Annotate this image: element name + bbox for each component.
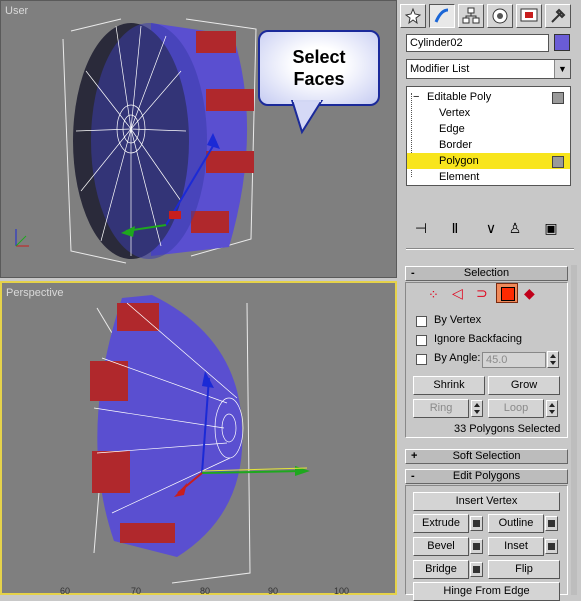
outline-settings-icon[interactable] — [545, 516, 558, 531]
by-vertex-checkbox[interactable] — [416, 316, 427, 327]
perspective-viewport[interactable]: Perspective — [0, 281, 397, 595]
modifier-list-dropdown[interactable]: Modifier List ▼ — [406, 59, 571, 79]
callout-line-2: Faces — [293, 69, 345, 89]
ignore-backfacing-checkbox[interactable] — [416, 335, 427, 346]
stack-item-label: Element — [439, 171, 480, 183]
chevron-down-icon[interactable]: ▼ — [554, 60, 570, 78]
hierarchy-icon — [462, 7, 480, 24]
divider — [406, 248, 574, 250]
stack-item-editable-poly[interactable]: − Editable Poly — [407, 89, 570, 105]
loop-button[interactable]: Loop — [488, 399, 544, 418]
by-angle-label: By Angle: — [434, 352, 481, 364]
modify-icon — [434, 8, 449, 23]
collapse-icon: - — [411, 267, 415, 279]
callout-line-1: Select — [292, 47, 346, 67]
stack-item-edge[interactable]: Edge — [407, 121, 570, 137]
show-end-result-icon[interactable]: Ⅱ — [446, 219, 464, 237]
edit-polygons-rollout-header[interactable]: - Edit Polygons — [405, 469, 568, 484]
insert-vertex-button[interactable]: Insert Vertex — [413, 492, 560, 511]
make-unique-icon[interactable]: ∨ — [482, 219, 500, 237]
ignore-backfacing-label: Ignore Backfacing — [434, 333, 523, 345]
inset-button[interactable]: Inset — [488, 537, 544, 556]
object-color-swatch[interactable] — [554, 34, 570, 51]
ring-button[interactable]: Ring — [413, 399, 469, 418]
grow-button[interactable]: Grow — [488, 376, 560, 395]
motion-tab[interactable] — [487, 4, 513, 28]
pin-stack-icon[interactable]: ⊣ — [412, 219, 430, 237]
modify-tab[interactable] — [429, 4, 455, 28]
modifier-stack: − Editable Poly Vertex Edge Border Polyg… — [406, 86, 571, 186]
rollout-title: Selection — [463, 267, 510, 279]
outline-button[interactable]: Outline — [488, 514, 544, 533]
hierarchy-tab[interactable] — [458, 4, 484, 28]
stack-item-element[interactable]: Element — [407, 169, 570, 185]
select-faces-callout: Select Faces — [258, 30, 380, 106]
selection-status: 33 Polygons Selected — [454, 423, 561, 435]
bevel-settings-icon[interactable] — [470, 539, 483, 554]
timeline-ruler[interactable]: 60 70 80 90 100 — [0, 586, 397, 596]
stack-item-label: Vertex — [439, 107, 471, 119]
collapse-icon: - — [411, 470, 415, 482]
element-subobject-icon[interactable]: ◆ — [524, 285, 535, 302]
command-panel: Cylinder02 Modifier List ▼ − Editable Po… — [399, 0, 581, 601]
extrude-settings-icon[interactable] — [470, 516, 483, 531]
by-angle-checkbox[interactable] — [416, 354, 427, 365]
cylinder-mesh-perspective — [90, 295, 310, 584]
expand-minus-icon[interactable]: − — [413, 89, 419, 105]
stack-item-label: Editable Poly — [427, 91, 492, 103]
selection-rollout-header[interactable]: - Selection — [405, 266, 568, 281]
bridge-settings-icon[interactable] — [470, 562, 483, 577]
vertex-subobject-icon[interactable]: ⁘ — [428, 287, 439, 303]
loop-spinner[interactable] — [546, 400, 558, 417]
panel-tabbar — [399, 2, 581, 28]
callout-tail — [290, 100, 324, 135]
inset-settings-icon[interactable] — [545, 539, 558, 554]
edge-subobject-icon[interactable]: ◁ — [452, 285, 463, 302]
stack-item-label: Edge — [439, 123, 465, 135]
stack-toggle-icon[interactable] — [552, 156, 564, 168]
angle-spinner[interactable] — [547, 351, 559, 368]
polygon-icon — [501, 287, 515, 301]
stack-item-vertex[interactable]: Vertex — [407, 105, 570, 121]
flip-button[interactable]: Flip — [488, 560, 560, 579]
ring-spinner[interactable] — [471, 400, 483, 417]
expand-icon: + — [411, 450, 418, 462]
hinge-from-edge-button[interactable]: Hinge From Edge — [413, 582, 560, 601]
polygon-subobject-button[interactable] — [496, 283, 518, 303]
create-tab[interactable] — [400, 4, 426, 28]
stack-toggle-icon[interactable] — [552, 92, 564, 104]
edit-polygons-rollout-body: Insert Vertex Extrude Outline Bevel Inse… — [405, 485, 568, 601]
stack-item-label: Border — [439, 139, 473, 151]
by-vertex-label: By Vertex — [434, 314, 482, 326]
utilities-tab[interactable] — [545, 4, 571, 28]
soft-selection-rollout-header[interactable]: + Soft Selection — [405, 449, 568, 464]
bevel-button[interactable]: Bevel — [413, 537, 469, 556]
angle-value-field[interactable]: 45.0 — [482, 352, 546, 368]
stack-toolbar: ⊣ Ⅱ ∨ ♙ ▣ — [406, 217, 574, 243]
create-icon — [404, 7, 422, 25]
selection-rollout-body: ⁘ ◁ ⊃ ◆ By Vertex Ignore Backfacing By A… — [405, 282, 568, 438]
display-tab[interactable] — [516, 4, 542, 28]
rollout-title: Soft Selection — [452, 450, 521, 462]
remove-modifier-icon[interactable]: ♙ — [506, 219, 524, 237]
display-icon — [520, 8, 538, 22]
configure-sets-icon[interactable]: ▣ — [542, 219, 560, 237]
modifier-list-label: Modifier List — [410, 63, 470, 75]
stack-item-label: Polygon — [439, 155, 479, 167]
extrude-button[interactable]: Extrude — [413, 514, 469, 533]
border-subobject-icon[interactable]: ⊃ — [476, 285, 488, 302]
utilities-icon — [551, 8, 566, 23]
stack-item-border[interactable]: Border — [407, 137, 570, 153]
shrink-button[interactable]: Shrink — [413, 376, 485, 395]
stack-item-polygon[interactable]: Polygon — [407, 153, 570, 169]
rollout-title: Edit Polygons — [452, 470, 521, 482]
object-name-field[interactable]: Cylinder02 — [406, 34, 549, 52]
panel-scrollbar[interactable] — [571, 265, 577, 595]
motion-icon — [492, 8, 508, 24]
bridge-button[interactable]: Bridge — [413, 560, 469, 579]
